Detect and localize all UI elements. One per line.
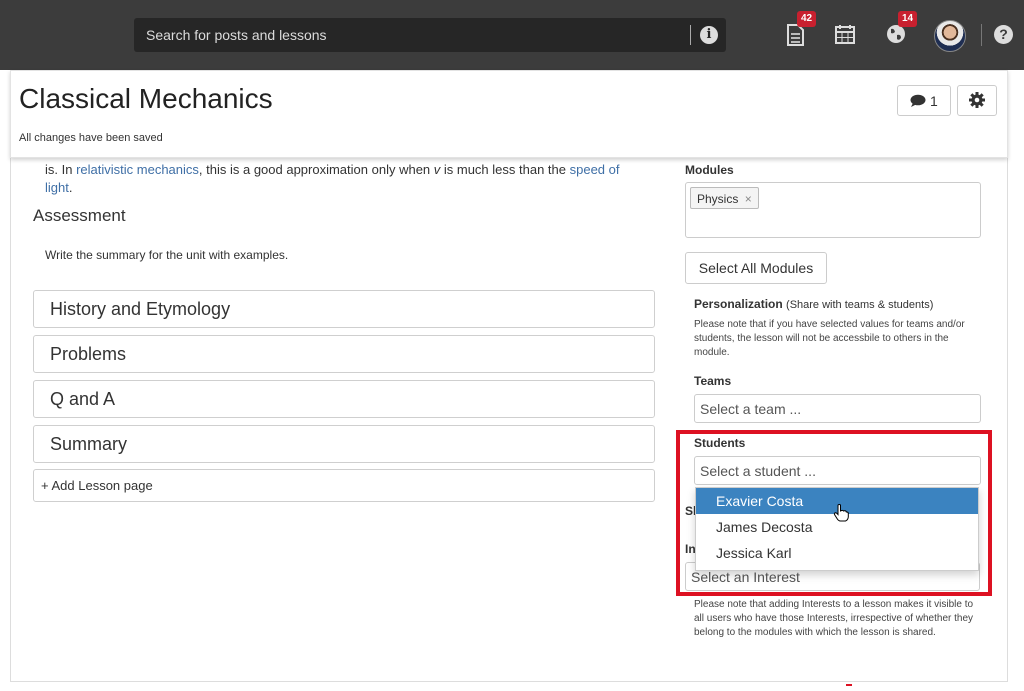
- gear-icon: [969, 92, 985, 109]
- interests-note: Please note that adding Interests to a l…: [694, 599, 974, 638]
- paragraph-text: .: [68, 180, 73, 195]
- assessment-title: Assessment: [33, 206, 126, 225]
- remove-tag-icon[interactable]: ×: [745, 192, 752, 206]
- modules-label: Modules: [685, 163, 734, 177]
- document-icon: [787, 24, 804, 46]
- module-tag: Physics ×: [690, 187, 759, 209]
- teams-label: Teams: [694, 374, 732, 388]
- info-icon[interactable]: i: [700, 26, 718, 44]
- paragraph-text: , this is a good approximation only when: [198, 162, 434, 177]
- students-dropdown: Exavier Costa James Decosta Jessica Karl: [695, 487, 979, 571]
- paragraph-text: is much less than the: [440, 162, 570, 177]
- search-bar[interactable]: Search for posts and lessons i: [134, 18, 726, 52]
- search-divider: [690, 25, 691, 45]
- search-input[interactable]: Search for posts and lessons: [146, 27, 327, 43]
- lesson-header: Classical Mechanics All changes have bee…: [10, 70, 1008, 158]
- help-icon[interactable]: ?: [994, 25, 1013, 44]
- lesson-page-summary[interactable]: Summary: [33, 425, 655, 463]
- assessment-text: Write the summary for the unit with exam…: [45, 248, 289, 262]
- student-option[interactable]: Jessica Karl: [696, 540, 978, 566]
- comments-button[interactable]: 1: [897, 85, 951, 116]
- lesson-page-history[interactable]: History and Etymology: [33, 290, 655, 328]
- hand-cursor-icon: [833, 504, 849, 522]
- relativistic-mechanics-link[interactable]: relativistic mechanics: [76, 162, 199, 177]
- lesson-paragraph: is. In relativistic mechanics, this is a…: [45, 161, 645, 197]
- comments-count: 1: [930, 93, 938, 110]
- personalization-label: Personalization: [694, 297, 783, 311]
- globe-button[interactable]: 14: [886, 11, 918, 46]
- calendar-button[interactable]: [835, 24, 857, 46]
- paragraph-text: is. In: [45, 162, 77, 177]
- notifications-badge: 42: [797, 11, 817, 27]
- students-label: Students: [694, 436, 746, 450]
- module-tag-label: Physics: [697, 192, 739, 206]
- calendar-icon: [835, 25, 855, 44]
- personalization-note: Please note that if you have selected va…: [694, 319, 965, 358]
- globe-badge: 14: [898, 11, 918, 27]
- settings-button[interactable]: [957, 85, 997, 116]
- avatar[interactable]: [934, 20, 966, 52]
- save-status: All changes have been saved: [19, 132, 163, 144]
- nav-divider: [981, 24, 982, 46]
- page-title: Classical Mechanics: [19, 83, 273, 114]
- globe-icon: [887, 25, 905, 43]
- teams-select[interactable]: Select a team ...: [694, 394, 981, 423]
- select-all-modules-button[interactable]: Select All Modules: [685, 252, 827, 284]
- personalization-hint: (Share with teams & students): [786, 299, 934, 311]
- top-navbar: Search for posts and lessons i 42 14 ?: [0, 0, 1024, 70]
- modules-input[interactable]: Physics ×: [685, 182, 981, 238]
- lesson-page-problems[interactable]: Problems: [33, 335, 655, 373]
- comment-icon: [910, 94, 926, 108]
- add-lesson-page-button[interactable]: + Add Lesson page: [33, 469, 655, 502]
- students-select[interactable]: Select a student ...: [694, 456, 981, 485]
- lesson-page-qa[interactable]: Q and A: [33, 380, 655, 418]
- notifications-button[interactable]: 42: [785, 11, 817, 46]
- red-marker: [846, 684, 852, 686]
- personalization-heading: Personalization (Share with teams & stud…: [694, 297, 933, 311]
